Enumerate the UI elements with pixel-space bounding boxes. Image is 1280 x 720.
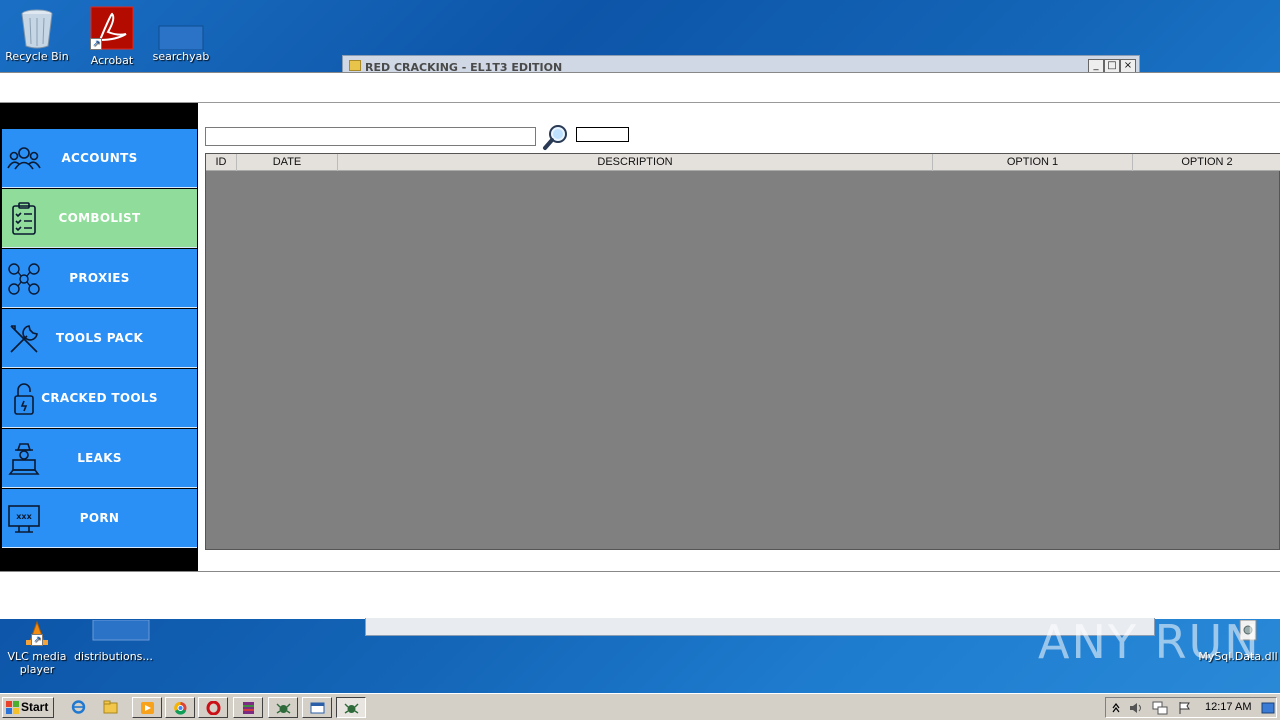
desktop-icon-recycle-bin[interactable]: Recycle Bin bbox=[0, 6, 74, 63]
file-icon bbox=[91, 619, 150, 646]
taskbar-window-app[interactable] bbox=[302, 697, 332, 718]
desktop-icon-distributions[interactable]: distributions... bbox=[74, 619, 153, 663]
background-window-bottom bbox=[365, 618, 1155, 636]
desktop-icon-label: VLC media player bbox=[7, 650, 67, 676]
sidebar-item-label: CRACKED TOOLS bbox=[41, 391, 158, 405]
desktop-icon-label: Acrobat bbox=[90, 54, 134, 67]
sidebar-item-label: PROXIES bbox=[69, 271, 130, 285]
media-player-icon bbox=[141, 702, 154, 714]
desktop-icon-label: Recycle Bin bbox=[5, 50, 69, 63]
search-input[interactable] bbox=[205, 127, 536, 146]
start-label: Start bbox=[21, 700, 49, 714]
opera-icon bbox=[206, 701, 221, 715]
sidebar-item-label: TOOLS PACK bbox=[55, 331, 144, 345]
sidebar-item-accounts[interactable]: ACCOUNTS bbox=[2, 129, 197, 188]
taskbar-explorer[interactable] bbox=[96, 697, 126, 718]
minimize-button[interactable]: _ bbox=[1088, 59, 1104, 73]
filter-box[interactable] bbox=[576, 127, 629, 142]
maximize-button[interactable]: □ bbox=[1104, 59, 1120, 73]
taskbar-app-spider[interactable] bbox=[268, 697, 298, 718]
taskbar-opera[interactable] bbox=[198, 697, 228, 718]
file-icon bbox=[157, 6, 205, 51]
winrar-icon bbox=[243, 702, 254, 714]
anyrun-watermark: ANY RUN bbox=[1038, 615, 1261, 669]
spider-app-icon bbox=[276, 703, 291, 714]
sidebar-item-tools-pack[interactable]: TOOLS PACK bbox=[2, 309, 197, 368]
spider-app-icon bbox=[344, 703, 359, 714]
sidebar-item-leaks[interactable]: LEAKS bbox=[2, 429, 197, 488]
app-window: ACCOUNTS COMBOLIST PROXIES TOOLS PACK CR… bbox=[0, 72, 1280, 619]
taskbar-chrome[interactable] bbox=[165, 697, 195, 718]
grid-header-row: ID DATE DESCRIPTION OPTION 1 OPTION 2 bbox=[206, 154, 1280, 171]
sidebar-item-proxies[interactable]: PROXIES bbox=[2, 249, 197, 308]
sidebar-item-label: LEAKS bbox=[77, 451, 122, 465]
taskbar-media-player[interactable] bbox=[132, 697, 162, 718]
folder-icon bbox=[103, 700, 118, 714]
start-button[interactable]: Start bbox=[2, 697, 54, 718]
desktop-icon-acrobat[interactable]: ↗ Acrobat bbox=[75, 6, 149, 67]
taskbar-winrar[interactable] bbox=[233, 697, 263, 718]
desktop-icon-searchyab[interactable]: searchyab bbox=[144, 6, 218, 63]
recycle-bin-icon bbox=[17, 6, 57, 49]
data-grid[interactable]: ID DATE DESCRIPTION OPTION 1 OPTION 2 bbox=[205, 153, 1280, 550]
column-header-option-1[interactable]: OPTION 1 bbox=[933, 154, 1133, 171]
column-header-description[interactable]: DESCRIPTION bbox=[338, 154, 933, 171]
sidebar-item-label: PORN bbox=[79, 511, 120, 525]
internet-explorer-icon bbox=[71, 700, 86, 714]
volume-icon[interactable] bbox=[1128, 701, 1144, 715]
sidebar-item-combolist[interactable]: COMBOLIST bbox=[2, 189, 197, 248]
shortcut-arrow-icon: ↗ bbox=[31, 634, 43, 646]
close-button[interactable]: × bbox=[1120, 59, 1136, 73]
sidebar-item-cracked-tools[interactable]: CRACKED TOOLS bbox=[2, 369, 197, 428]
desktop-icon-label: searchyab bbox=[152, 50, 210, 63]
column-header-date[interactable]: DATE bbox=[237, 154, 338, 171]
folder-icon bbox=[349, 60, 361, 71]
window-app-icon bbox=[310, 702, 325, 714]
shortcut-arrow-icon: ↗ bbox=[90, 38, 102, 50]
desktop-icon-label: distributions... bbox=[74, 650, 153, 663]
sidebar: ACCOUNTS COMBOLIST PROXIES TOOLS PACK CR… bbox=[0, 103, 198, 571]
sidebar-item-porn[interactable]: xxx PORN bbox=[2, 489, 197, 548]
taskbar-ie[interactable] bbox=[64, 697, 94, 718]
app-bottom-bar bbox=[0, 571, 1280, 619]
desktop-icon-vlc[interactable]: ↗ VLC media player bbox=[0, 620, 74, 676]
network-icon[interactable] bbox=[1152, 701, 1168, 715]
app-top-bar bbox=[0, 73, 1280, 103]
search-icon[interactable] bbox=[542, 123, 570, 151]
vlc-cone-icon: ↗ bbox=[17, 620, 57, 646]
column-header-id[interactable]: ID bbox=[206, 154, 237, 171]
chrome-icon bbox=[174, 701, 187, 715]
taskbar-clock[interactable]: 12:17 AM bbox=[1205, 701, 1251, 713]
system-tray: 12:17 AM bbox=[1105, 697, 1277, 718]
sidebar-item-label: COMBOLIST bbox=[58, 211, 141, 225]
sidebar-item-label: ACCOUNTS bbox=[61, 151, 138, 165]
acrobat-icon: ↗ bbox=[90, 6, 134, 50]
show-hidden-icons-icon[interactable] bbox=[1111, 702, 1121, 714]
windows-logo-icon bbox=[6, 701, 19, 714]
action-center-flag-icon[interactable] bbox=[1178, 701, 1192, 715]
taskbar: Start 12:17 AM bbox=[0, 693, 1280, 720]
taskbar-app-spider-active[interactable] bbox=[336, 697, 366, 718]
show-desktop-icon[interactable] bbox=[1261, 701, 1275, 715]
column-header-option-2[interactable]: OPTION 2 bbox=[1133, 154, 1280, 171]
